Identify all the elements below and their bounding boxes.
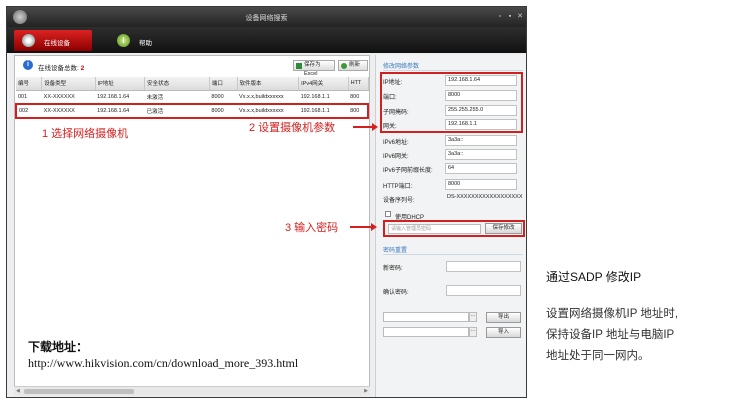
cell-id: 001 — [16, 90, 42, 105]
ipv6-field[interactable]: 3a3a:: — [445, 135, 517, 146]
export-excel-button[interactable]: 保存为Excel — [293, 60, 335, 77]
col-header[interactable]: 编号 — [16, 77, 43, 91]
http-port-label: HTTP端口: — [383, 184, 413, 190]
download-url: http://www.hikvision.com/cn/download_mor… — [28, 356, 299, 370]
col-header[interactable]: 端口 — [209, 77, 238, 91]
ipv6-gateway-field[interactable]: 3a3a:: — [445, 149, 517, 160]
parameters-pane: 修改网络参数 IP地址: 192.168.1.64 端口: 8000 子网掩码:… — [375, 55, 526, 397]
tab-bar: 在线设备 i 帮助 — [7, 27, 526, 53]
cell-http: 800 — [348, 90, 368, 105]
cell-gateway: 192.168.1.1 — [298, 90, 349, 105]
col-header[interactable]: IP地址 — [95, 77, 146, 91]
online-count-value: 2 — [80, 65, 85, 72]
horizontal-scrollbar[interactable]: ◀ ▶ — [14, 386, 370, 396]
excel-icon — [296, 63, 302, 69]
table-row-selected[interactable]: 002 XX-XXXXXX 192.168.1.64 已激活 8000 Vx.x… — [15, 103, 369, 119]
tab-label: 在线设备 — [44, 40, 70, 47]
title-bar: 设备网络搜索 ▫ ▪ ✕ — [7, 7, 526, 27]
export-button[interactable]: 导出 — [486, 312, 521, 323]
online-count: 在线设备总数: 2 — [38, 62, 84, 72]
scroll-left-icon[interactable]: ◀ — [16, 388, 20, 394]
export-excel-label: 保存为Excel — [304, 62, 321, 77]
window-title: 设备网络搜索 — [245, 15, 288, 22]
password-reset-title: 密码重置 — [383, 248, 408, 254]
side-description-line: 地址处于同一网内。 — [546, 350, 650, 362]
table-row[interactable]: 001 XX-XXXXXX 192.168.1.64 未激活 8000 Vx.x… — [16, 90, 368, 105]
col-header[interactable]: IPv4网关 — [298, 77, 349, 91]
cell-version: Vx.x.x,buildxxxxxx — [237, 103, 299, 119]
serial-value: DS-XXXXXXXXXXXXXXXXXX — [447, 194, 523, 200]
side-description-line: 保持设备IP 地址与电脑IP — [546, 329, 675, 341]
device-list-header: i 在线设备总数: 2 保存为Excel 刷新 — [15, 56, 369, 77]
scroll-right-icon[interactable]: ▶ — [364, 388, 368, 394]
section-divider — [383, 254, 523, 255]
cell-gateway: 192.168.1.1 — [298, 103, 349, 119]
dhcp-checkbox[interactable] — [385, 211, 391, 217]
step3-arrow — [350, 223, 377, 231]
cell-http: 800 — [348, 103, 369, 119]
download-title: 下载地址： — [28, 340, 89, 354]
ipv6-prefix-label: IPv6子网前缀长度: — [383, 168, 433, 174]
online-count-label: 在线设备总数: — [38, 65, 79, 72]
step3-annotation: 3 输入密码 — [285, 222, 339, 234]
step2-annotation: 2 设置摄像机参数 — [249, 122, 336, 134]
device-table: 编号 设备类型 IP地址 安全状态 端口 软件版本 IPv4网关 HTT 001… — [15, 77, 369, 119]
cell-port: 8000 — [209, 103, 238, 119]
export-path-input[interactable] — [383, 312, 469, 322]
table-header-row: 编号 设备类型 IP地址 安全状态 端口 软件版本 IPv4网关 HTT — [16, 77, 369, 91]
refresh-button[interactable]: 刷新 — [338, 60, 368, 71]
serial-label: 设备序列号: — [383, 198, 415, 204]
confirm-password-input[interactable] — [446, 285, 521, 296]
refresh-icon — [341, 63, 347, 69]
import-button[interactable]: 导入 — [486, 327, 521, 338]
refresh-label: 刷新 — [349, 62, 361, 68]
http-port-field[interactable]: 8000 — [445, 179, 517, 190]
scrollbar-thumb[interactable] — [24, 389, 134, 394]
new-password-input[interactable] — [446, 261, 521, 272]
ipv6-gateway-label: IPv6网关: — [383, 154, 409, 160]
cell-ip: 192.168.1.64 — [95, 103, 145, 119]
ipv6-label: IPv6地址: — [383, 140, 409, 146]
cell-type: XX-XXXXXX — [41, 90, 96, 105]
col-header[interactable]: HTT — [348, 77, 369, 91]
cell-type: XX-XXXXXX — [41, 103, 96, 119]
device-icon — [22, 34, 35, 47]
tab-help[interactable]: i 帮助 — [109, 30, 169, 51]
col-header[interactable]: 软件版本 — [237, 77, 300, 91]
browse-import-button[interactable]: ··· — [469, 327, 477, 337]
col-header[interactable]: 设备类型 — [41, 77, 96, 91]
password-highlight — [383, 220, 525, 237]
confirm-password-label: 确认密码: — [383, 290, 409, 296]
maximize-icon[interactable]: ▪ — [506, 13, 514, 21]
col-header[interactable]: 安全状态 — [144, 77, 210, 91]
import-path-input[interactable] — [383, 327, 469, 337]
network-params-highlight — [380, 72, 523, 133]
cell-status: 未激活 — [144, 90, 210, 105]
side-description: 设置网络摄像机IP 地址时, 保持设备IP 地址与电脑IP 地址处于同一网内。 — [546, 304, 746, 367]
cell-version: Vx.x.x,buildxxxxxx — [237, 90, 299, 105]
cell-ip: 192.168.1.64 — [95, 90, 145, 105]
help-icon: i — [117, 34, 130, 47]
close-icon[interactable]: ✕ — [516, 13, 524, 21]
info-icon: i — [23, 60, 33, 70]
new-password-label: 新密码: — [383, 266, 403, 272]
side-description-line: 设置网络摄像机IP 地址时, — [546, 308, 679, 320]
tab-online-devices[interactable]: 在线设备 — [14, 30, 92, 51]
side-heading: 通过SADP 修改IP — [546, 270, 642, 284]
cell-id: 002 — [15, 103, 42, 119]
network-params-title: 修改网络参数 — [383, 64, 420, 70]
step2-arrow — [353, 123, 378, 131]
cell-status: 已激活 — [144, 103, 210, 119]
minimize-icon[interactable]: ▫ — [496, 13, 504, 21]
step1-annotation: 1 选择网络摄像机 — [42, 128, 129, 140]
browse-export-button[interactable]: ··· — [469, 312, 477, 322]
section-divider — [383, 70, 523, 71]
tab-label: 帮助 — [139, 40, 152, 47]
cell-port: 8000 — [209, 90, 238, 105]
ipv6-prefix-field[interactable]: 64 — [445, 163, 517, 174]
